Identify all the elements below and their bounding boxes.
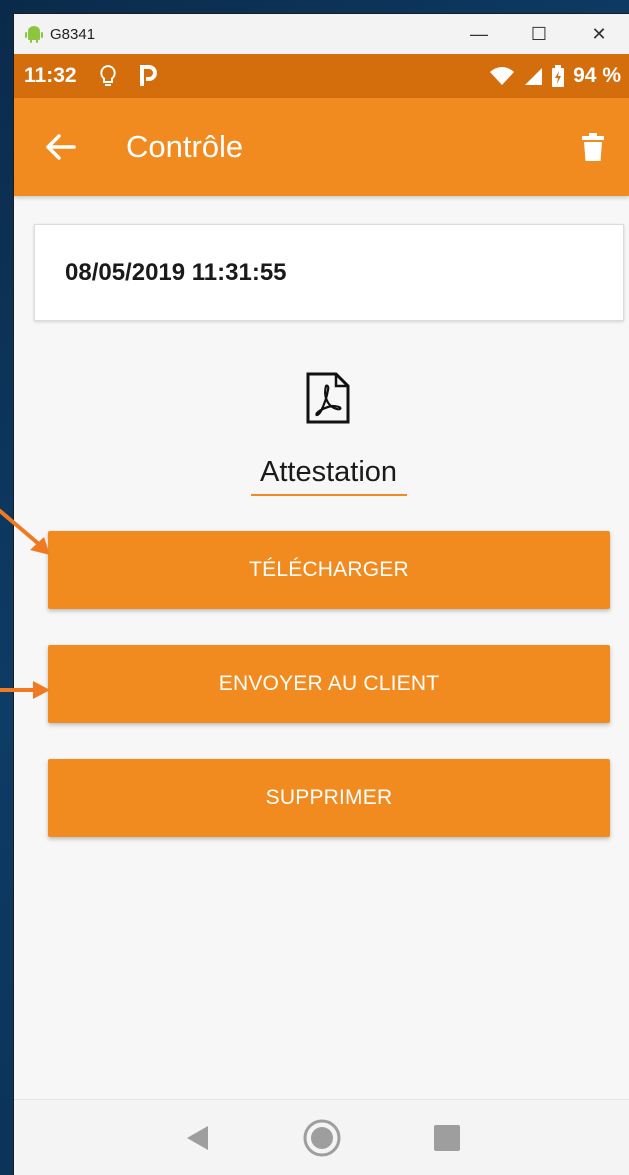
trash-icon — [582, 133, 604, 161]
back-arrow-icon — [46, 134, 76, 160]
annotation-arrow-send — [0, 681, 50, 699]
delete-button[interactable] — [575, 127, 611, 167]
window-title: G8341 — [50, 25, 96, 43]
annotation-arrow-download — [0, 509, 50, 555]
main-content: 08/05/2019 11:31:55 Attestation TÉLÉCHAR… — [14, 196, 629, 1099]
maximize-button[interactable]: ☐ — [509, 14, 569, 54]
parking-icon — [139, 65, 157, 86]
lightbulb-icon — [99, 64, 116, 86]
status-bar: 11:32 94 % — [14, 54, 629, 98]
status-time: 11:32 — [24, 64, 77, 87]
download-button[interactable]: TÉLÉCHARGER — [48, 531, 610, 609]
page-title: Contrôle — [126, 129, 244, 164]
battery-icon — [552, 65, 565, 87]
emulator-window: G8341 — ☐ ✕ 11:32 94 % Contrôle 08/05/20… — [14, 14, 629, 1175]
minimize-button[interactable]: — — [449, 14, 509, 54]
signal-icon — [525, 68, 543, 85]
app-bar: Contrôle — [14, 98, 629, 196]
android-nav-bar — [14, 1099, 629, 1175]
battery-level: 94 % — [573, 64, 621, 87]
attachment-label[interactable]: Attestation — [14, 456, 629, 489]
back-button[interactable] — [44, 127, 84, 167]
close-button[interactable]: ✕ — [569, 14, 629, 54]
home-circle-icon — [303, 1119, 340, 1156]
nav-back-button[interactable] — [173, 1114, 221, 1162]
send-to-client-button[interactable]: ENVOYER AU CLIENT — [48, 645, 610, 723]
android-icon — [25, 26, 43, 43]
attachment-underline — [251, 494, 407, 496]
recents-square-icon — [433, 1124, 460, 1151]
window-title-bar: G8341 — ☐ ✕ — [14, 14, 629, 54]
back-triangle-icon — [186, 1125, 208, 1150]
wifi-icon — [490, 67, 515, 85]
nav-home-button[interactable] — [298, 1114, 346, 1162]
pdf-file-icon[interactable] — [306, 372, 350, 424]
nav-recents-button[interactable] — [423, 1114, 471, 1162]
remove-button[interactable]: SUPPRIMER — [48, 759, 610, 837]
date-card: 08/05/2019 11:31:55 — [34, 224, 624, 321]
control-datetime: 08/05/2019 11:31:55 — [65, 258, 287, 286]
